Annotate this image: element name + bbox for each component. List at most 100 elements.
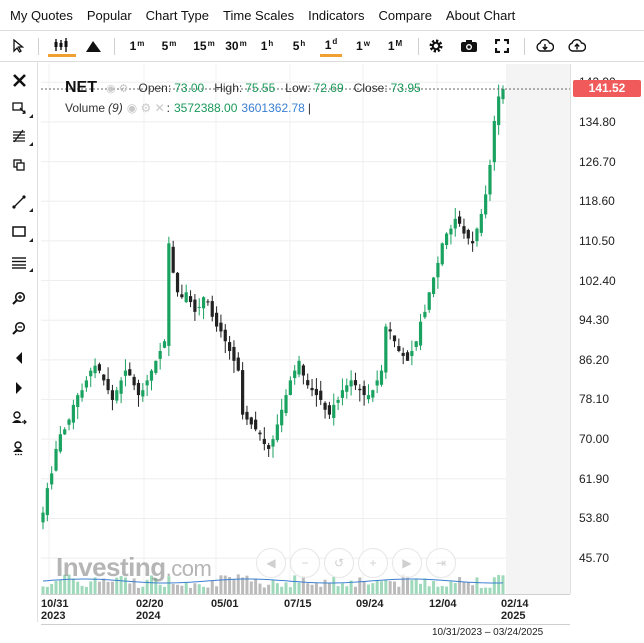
candle-body bbox=[223, 329, 227, 342]
gear-icon[interactable] bbox=[426, 35, 446, 57]
candle-body bbox=[397, 346, 401, 352]
candle-body bbox=[466, 229, 470, 239]
candle-body bbox=[110, 390, 115, 400]
lines-icon[interactable] bbox=[9, 252, 33, 272]
volume-bar bbox=[254, 578, 258, 594]
drawing-toolbar bbox=[0, 62, 38, 622]
volume-bar bbox=[50, 584, 54, 594]
date-axis[interactable]: 10/31 2023 02/20 2024 05/01 07/15 09/24 12/04 02… bbox=[41, 594, 570, 624]
candle-body bbox=[54, 448, 58, 471]
volume-bar bbox=[215, 586, 219, 594]
timeframe-1m[interactable]: 1m bbox=[126, 35, 148, 57]
candle-body bbox=[280, 409, 284, 426]
volume-bar bbox=[241, 577, 245, 594]
menu-compare[interactable]: Compare bbox=[371, 8, 438, 23]
timeframe-1d[interactable]: 1d bbox=[320, 35, 342, 57]
nav-zoom-out-icon[interactable]: − bbox=[290, 548, 320, 578]
candle-body bbox=[123, 370, 128, 376]
fullscreen-icon[interactable] bbox=[492, 35, 512, 57]
volume-bar bbox=[423, 578, 427, 594]
candle-body bbox=[349, 380, 353, 387]
rectangle-icon[interactable] bbox=[9, 222, 33, 242]
timeframe-1h[interactable]: 1h bbox=[256, 35, 278, 57]
volume-bar bbox=[501, 575, 505, 594]
mountain-icon[interactable] bbox=[84, 35, 104, 57]
clone-icon[interactable] bbox=[9, 155, 29, 175]
volume-bar bbox=[297, 582, 301, 594]
candle-body bbox=[136, 382, 141, 396]
timeframe-15m[interactable]: 15 m bbox=[190, 35, 218, 57]
candle-body bbox=[488, 165, 492, 195]
volume-bar bbox=[271, 579, 275, 594]
volume-bar bbox=[310, 584, 314, 594]
camera-icon[interactable] bbox=[458, 35, 480, 57]
close-label: Close: bbox=[353, 81, 388, 95]
candle-body bbox=[180, 294, 184, 298]
candle-body bbox=[293, 370, 297, 379]
nav-left-icon[interactable]: ◀ bbox=[256, 548, 286, 578]
volume-bar bbox=[171, 584, 175, 594]
nav-reset-icon[interactable]: ↺ bbox=[324, 548, 354, 578]
menu-popular[interactable]: Popular bbox=[80, 8, 139, 23]
menu-chart-type[interactable]: Chart Type bbox=[139, 8, 216, 23]
scroll-right-icon[interactable] bbox=[9, 378, 29, 398]
candle-body bbox=[141, 390, 145, 397]
candle-body bbox=[71, 404, 75, 423]
cursor-icon[interactable] bbox=[9, 35, 27, 57]
price-chart[interactable] bbox=[41, 64, 570, 594]
close-icon[interactable] bbox=[9, 70, 29, 90]
volume-bar bbox=[110, 581, 114, 594]
price-axis[interactable]: 142.90134.80126.70118.60110.50102.4094.3… bbox=[570, 64, 642, 594]
candle-body bbox=[158, 351, 162, 359]
candle-body bbox=[84, 380, 88, 388]
price-tick: 61.90 bbox=[579, 471, 610, 486]
user-remove-icon[interactable] bbox=[9, 438, 29, 458]
candle-body bbox=[210, 301, 214, 317]
candlestick-icon[interactable] bbox=[48, 35, 76, 57]
candle-body bbox=[93, 365, 97, 374]
volume-bar bbox=[258, 583, 262, 594]
zoom-out-icon[interactable] bbox=[9, 318, 29, 338]
timeframe-30m[interactable]: 30 m bbox=[222, 35, 250, 57]
crosshair-icon[interactable] bbox=[9, 98, 33, 118]
candle-body bbox=[58, 434, 62, 452]
upload-icon[interactable] bbox=[566, 35, 588, 57]
menu-time-scales[interactable]: Time Scales bbox=[216, 8, 301, 23]
menu-indicators[interactable]: Indicators bbox=[301, 8, 371, 23]
zoom-in-icon[interactable] bbox=[9, 288, 29, 308]
candle-body bbox=[232, 346, 236, 361]
menu-my-quotes[interactable]: My Quotes bbox=[3, 8, 80, 23]
settings-small-icon[interactable]: ⚙ bbox=[119, 82, 129, 95]
volume-bar bbox=[445, 586, 449, 594]
volume-eye-icon[interactable]: ◉ ⚙ ✕ bbox=[127, 101, 165, 115]
timeframe-1w[interactable]: 1w bbox=[352, 35, 374, 57]
trendline-icon[interactable] bbox=[9, 192, 33, 212]
volume-bar bbox=[475, 577, 479, 594]
download-icon[interactable] bbox=[534, 35, 556, 57]
low-label: Low: bbox=[285, 81, 311, 95]
timeframe-5h[interactable]: 5h bbox=[288, 35, 310, 57]
investing-watermark: Investing.com bbox=[56, 552, 212, 583]
user-add-icon[interactable] bbox=[9, 408, 29, 428]
eye-icon[interactable]: ◉ bbox=[106, 82, 116, 95]
fib-icon[interactable] bbox=[9, 126, 33, 146]
volume-bar bbox=[45, 586, 49, 594]
candle-body bbox=[314, 388, 318, 396]
volume-bar bbox=[336, 586, 340, 594]
nav-end-icon[interactable]: ⇥ bbox=[426, 548, 456, 578]
price-tick: 110.50 bbox=[579, 233, 615, 248]
scroll-left-icon[interactable] bbox=[9, 348, 29, 368]
price-tick: 45.70 bbox=[579, 551, 610, 566]
candle-body bbox=[332, 404, 336, 419]
candle-body bbox=[197, 306, 201, 308]
timeframe-5m[interactable]: 5m bbox=[158, 35, 180, 57]
timeframe-1M[interactable]: 1M bbox=[384, 35, 406, 57]
nav-right-icon[interactable]: ▶ bbox=[392, 548, 422, 578]
menu-about-chart[interactable]: About Chart bbox=[439, 8, 522, 23]
candle-body bbox=[267, 445, 271, 449]
candle-body bbox=[201, 297, 206, 309]
high-value: 75.55 bbox=[245, 81, 276, 95]
candle-body bbox=[340, 390, 345, 398]
nav-zoom-in-icon[interactable]: + bbox=[358, 548, 388, 578]
volume-bar bbox=[353, 586, 357, 594]
